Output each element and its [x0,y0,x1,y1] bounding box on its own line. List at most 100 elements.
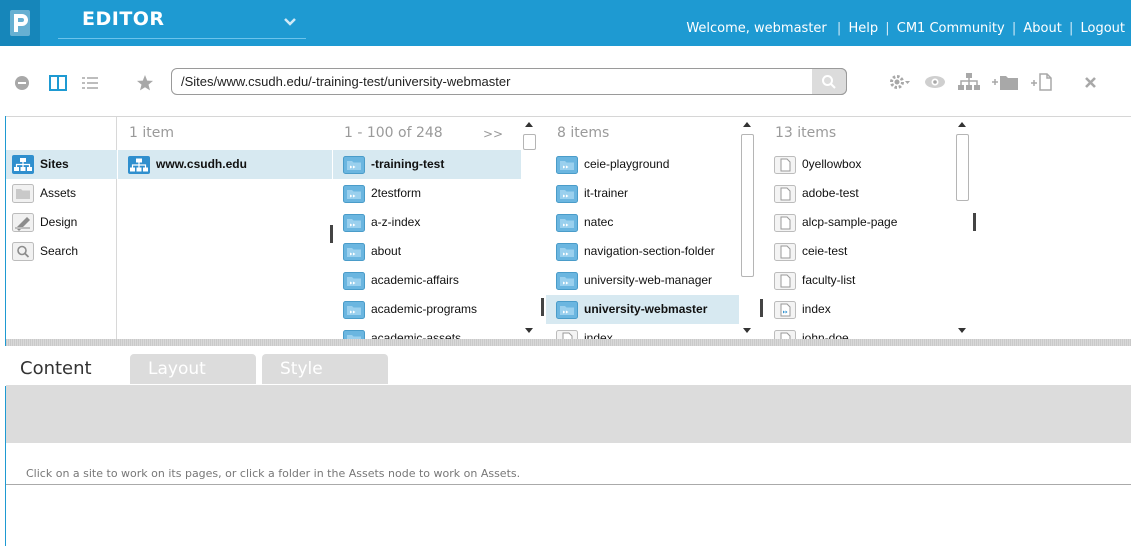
list-item-label: university-web-manager [584,273,713,287]
list-item-label: john-doe [802,331,849,339]
about-link[interactable]: About [1023,21,1061,36]
next-page-link[interactable]: >> [483,127,503,141]
list-item[interactable]: adobe-test [764,179,954,208]
list-item[interactable]: faculty-list [764,266,954,295]
nav-item-design[interactable]: Design [6,208,117,237]
columns-view-icon[interactable] [49,75,67,91]
scrollbar-thumb[interactable] [956,134,969,201]
tab-style[interactable]: Style [262,354,388,384]
list-item[interactable]: 0yellowbox [764,150,954,179]
list-item[interactable]: a-z-index [333,208,521,237]
list-item[interactable]: about [333,237,521,266]
browser-column-4: 13 items 0yellowbox adobe-test alcp-sample… [764,117,954,339]
column-item-count: 1 item [129,125,174,141]
page-icon [774,330,796,339]
close-icon[interactable] [1084,76,1097,89]
list-item[interactable]: john-doe [764,324,954,339]
nav-item-assets[interactable]: Assets [6,179,117,208]
nav-item-sites[interactable]: Sites [6,150,117,179]
nav-item-search[interactable]: Search [6,237,117,266]
tab-content[interactable]: Content [8,354,122,384]
list-item-label: adobe-test [802,186,859,200]
list-item[interactable]: it-trainer [546,179,739,208]
list-item[interactable]: academic-programs [333,295,521,324]
list-item-label: faculty-list [802,273,856,287]
add-page-icon[interactable] [1030,72,1054,92]
column-2-scrollbar[interactable] [521,117,537,339]
sitemap-icon[interactable] [957,72,981,92]
list-item[interactable]: index [546,324,739,339]
list-item-label: academic-affairs [371,273,459,287]
scroll-up-arrow[interactable] [525,122,533,127]
list-item-label: it-trainer [584,186,629,200]
navigation-column: Sites Assets Design Search [6,117,117,339]
list-item-label: academic-assets [371,331,462,339]
column-item-count: 8 items [557,125,610,141]
scroll-down-arrow[interactable] [958,328,966,333]
nav-separator: | [836,21,842,36]
list-item[interactable]: -training-test [333,150,521,179]
path-search-button[interactable] [812,68,847,95]
list-item[interactable]: ceie-playground [546,150,739,179]
scrollbar-thumb[interactable] [741,134,754,277]
app-title: EDITOR [82,8,165,30]
scroll-up-arrow[interactable] [958,122,966,127]
path-input[interactable] [171,68,847,95]
column-4-scrollbar[interactable] [954,117,970,339]
browser-column-2: 1 - 100 of 248 >> -training-test 2testfor… [333,117,521,339]
scroll-down-arrow[interactable] [743,328,751,333]
list-item[interactable]: navigation-section-folder [546,237,739,266]
nav-separator: | [885,21,890,36]
star-icon[interactable] [136,74,154,92]
folder-icon [556,214,578,232]
community-link[interactable]: CM1 Community [897,21,1005,36]
folder-icon [556,156,578,174]
eye-icon[interactable] [924,75,946,89]
list-item-label: 0yellowbox [802,157,862,171]
folder-icon [343,185,365,203]
list-item[interactable]: university-webmaster [546,295,739,324]
scroll-up-arrow[interactable] [743,122,751,127]
app-logo[interactable] [0,0,40,46]
list-item[interactable]: www.csudh.edu [118,150,332,179]
column-resize-handle[interactable] [760,299,763,317]
page-icon [774,185,796,203]
toolbar [0,46,1131,116]
editor-tabs: Content Layout Style [0,346,1131,386]
asset-browser: Sites Assets Design Search 1 item www.cs… [6,116,1131,347]
page-icon [774,156,796,174]
list-item[interactable]: natec [546,208,739,237]
list-item[interactable]: academic-assets [333,324,521,339]
site-icon [128,156,150,174]
list-item[interactable]: university-web-manager [546,266,739,295]
column-resize-handle[interactable] [973,213,976,231]
assets-icon [12,184,34,203]
navigation-list: Sites Assets Design Search [6,150,117,266]
list-item-label: 2testform [371,186,422,200]
list-item-label: www.csudh.edu [156,157,247,171]
scrollbar-thumb[interactable] [523,134,536,150]
logout-link[interactable]: Logout [1080,21,1125,36]
help-link[interactable]: Help [848,21,878,36]
column-list: -training-test 2testform a-z-index about aca… [333,150,521,339]
list-item-label: -training-test [371,157,445,171]
scroll-down-arrow[interactable] [525,328,533,333]
column-resize-handle[interactable] [541,298,544,316]
list-view-icon[interactable] [81,75,99,91]
design-icon [12,213,34,232]
gear-icon[interactable] [889,73,911,91]
add-folder-icon[interactable] [991,72,1019,92]
list-item[interactable]: ceie-test [764,237,954,266]
list-item[interactable]: 2testform [333,179,521,208]
logo-icon [10,10,30,36]
tab-layout[interactable]: Layout [130,354,256,384]
search-icon [822,75,836,89]
chevron-down-icon[interactable] [283,17,297,27]
column-3-scrollbar[interactable] [739,117,755,339]
folder-icon [343,214,365,232]
list-item[interactable]: index [764,295,954,324]
minus-circle-icon[interactable] [14,75,30,91]
list-item[interactable]: academic-affairs [333,266,521,295]
list-item[interactable]: alcp-sample-page [764,208,954,237]
folder-icon [343,301,365,319]
